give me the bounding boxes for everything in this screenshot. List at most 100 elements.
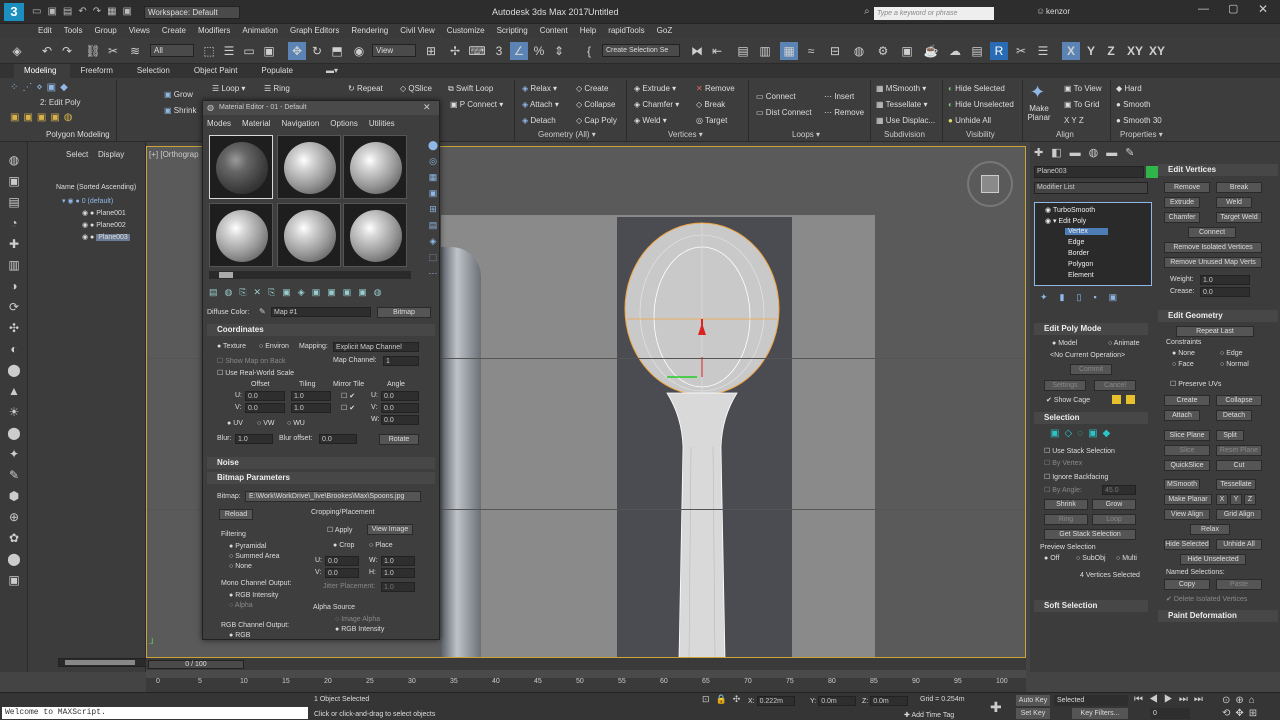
tessellate-button[interactable]: ▦ Tessellate ▾	[876, 100, 927, 109]
v-mirror-checkbox[interactable]: ☐ ✔	[341, 404, 355, 412]
bind-space-warp-icon[interactable]: ≋	[126, 42, 144, 60]
weight-field[interactable]: 1.0	[1200, 275, 1250, 285]
paste-button[interactable]: Paste	[1216, 579, 1262, 590]
make-planar-geom-button[interactable]: Make Planar	[1164, 494, 1212, 505]
p-connect-button[interactable]: ▣ P Connect ▾	[450, 100, 503, 109]
hide-selected-geom-button[interactable]: Hide Selected	[1164, 539, 1210, 550]
quickslice-button[interactable]: QuickSlice	[1164, 460, 1210, 471]
constraint-edge-radio[interactable]: ○ Edge	[1220, 350, 1243, 357]
stack-tool-icons[interactable]: ✦▮▯▪▣	[1040, 292, 1129, 303]
time-slider[interactable]: 0 / 100	[148, 660, 244, 669]
ribbon-tab-populate[interactable]: Populate	[251, 64, 307, 78]
render-cloud-icon[interactable]: ☁	[946, 42, 964, 60]
key-mode-icon[interactable]: ✚	[990, 699, 1002, 716]
scene-item-plane003[interactable]: ◉ ● Plane003	[82, 233, 130, 241]
crop-v-field[interactable]: 0.0	[325, 568, 359, 578]
selection-rollout[interactable]: Selection	[1034, 412, 1148, 424]
key-filters-button[interactable]: Key Filters...	[1072, 708, 1128, 719]
menu-tools[interactable]: Tools	[58, 24, 89, 38]
cap-poly-button[interactable]: ◇ Cap Poly	[576, 116, 617, 125]
stack-turbosmooth[interactable]: ◉ TurboSmooth	[1045, 206, 1095, 214]
sort-header[interactable]: Name (Sorted Ascending)	[56, 184, 136, 191]
object-color-swatch[interactable]	[1146, 166, 1158, 178]
axis-xyz-button[interactable]: XY	[1146, 42, 1168, 60]
break-vertex-button[interactable]: Break	[1216, 182, 1262, 193]
group-loops-label[interactable]: Loops ▾	[792, 130, 820, 139]
slot-scrollbar[interactable]	[209, 271, 411, 279]
menu-content[interactable]: Content	[534, 24, 574, 38]
axis-y-button[interactable]: Y	[1082, 42, 1100, 60]
none-radio[interactable]: ○ None	[229, 563, 252, 570]
display-tab[interactable]: Display	[98, 150, 124, 159]
ribbon-tab-modeling[interactable]: Modeling	[14, 64, 71, 78]
split-checkbox[interactable]: Split	[1216, 430, 1244, 441]
viewport-nav-icons[interactable]: ⊙⊕⌂ ⟲✥⊞	[1222, 694, 1280, 720]
mirror-icon[interactable]: ⧓	[688, 42, 706, 60]
cage-color-2[interactable]	[1126, 395, 1135, 404]
scene-item-default[interactable]: ▾ ◉ ● 0 (default)	[62, 197, 113, 205]
qslice-button[interactable]: ◇ QSlice	[400, 84, 432, 93]
app-menu-icon[interactable]: ◈	[8, 42, 26, 60]
blur-field[interactable]: 1.0	[235, 434, 273, 444]
menu-rendering[interactable]: Rendering	[345, 24, 394, 38]
rgb-radio[interactable]: ● RGB	[229, 632, 250, 639]
reload-button[interactable]: Reload	[219, 509, 253, 520]
texture-radio[interactable]: ● Texture	[217, 343, 246, 350]
make-planar-button[interactable]: Make Planar	[1026, 104, 1052, 122]
chamfer-vertex-button[interactable]: Chamfer	[1164, 212, 1200, 223]
ring-button[interactable]: ☰ Ring	[264, 84, 290, 93]
material-slot-5[interactable]	[277, 203, 341, 267]
xyz-align-buttons[interactable]: X Y Z	[1064, 116, 1084, 125]
modify-mode-icons[interactable]: ▣▣▣▣◍	[10, 112, 77, 123]
rotate-button[interactable]: Rotate	[379, 434, 419, 445]
strip-icons[interactable]: ◍ ▣ ▤ ◔ ✚ ▥ ◑ ⟳ ✣ ◐ ⬤ ▲ ☀ ⬤ ✦ ✎ ⬢ ⊕ ✿ ⬤ ▣	[6, 150, 22, 591]
preserve-uvs-checkbox[interactable]: ☐ Preserve UVs	[1170, 380, 1221, 388]
target-button[interactable]: ◎ Target	[696, 116, 727, 125]
hide-unselected-geom-button[interactable]: Hide Unselected	[1180, 554, 1246, 565]
use-displac-button[interactable]: ▦ Use Displac...	[876, 116, 935, 125]
rgb-intensity2-radio[interactable]: ● RGB Intensity	[335, 626, 384, 633]
u-offset-field[interactable]: 0.0	[245, 391, 285, 401]
connect-button[interactable]: ▭ Connect	[756, 92, 796, 101]
shrink-button[interactable]: ▣ Shrink	[164, 106, 196, 115]
crop-radio[interactable]: ● Crop	[333, 542, 354, 549]
attach-geom-button[interactable]: Attach	[1164, 410, 1200, 421]
settings-button[interactable]: Settings	[1044, 380, 1086, 391]
bitmap-params-rollout[interactable]: Bitmap Parameters	[207, 472, 435, 484]
by-angle-field[interactable]: 45.0	[1102, 485, 1136, 495]
axis-z-button[interactable]: Z	[1102, 42, 1120, 60]
attach-button[interactable]: ◈ Attach ▾	[522, 100, 559, 109]
material-slot-4[interactable]	[209, 203, 273, 267]
repeat-last-button[interactable]: Repeat Last	[1176, 326, 1254, 337]
unhide-all-geom-button[interactable]: Unhide All	[1216, 539, 1262, 550]
hide-unselected-button[interactable]: ◐ Hide Unselected	[948, 100, 1014, 109]
crease-field[interactable]: 0.0	[1200, 287, 1250, 297]
repeat-button[interactable]: ↻ Repeat	[348, 84, 383, 93]
select-tab[interactable]: Select	[66, 150, 88, 159]
ring-button-panel[interactable]: Ring	[1044, 514, 1088, 525]
auto-key-button[interactable]: Auto Key	[1016, 695, 1050, 706]
bitmap-path-button[interactable]: E:\Work\WorkDrive\_live\Brookes\Max\Spoo…	[245, 491, 421, 502]
stack-polygon[interactable]: Polygon	[1068, 261, 1093, 268]
select-manipulate-icon[interactable]: ✢	[446, 42, 464, 60]
break-button[interactable]: ◇ Break	[696, 100, 725, 109]
mat-title-bar[interactable]: ◍ Material Editor - 01 - Default ✕	[203, 101, 439, 115]
select-object-icon[interactable]: ⬚	[200, 42, 218, 60]
menu-graph-editors[interactable]: Graph Editors	[284, 24, 345, 38]
image-alpha-radio[interactable]: ○ Image Alpha	[335, 616, 380, 623]
group-geometry-label[interactable]: Geometry (All) ▾	[538, 130, 596, 139]
commit-button[interactable]: Commit	[1070, 364, 1112, 375]
z-coord[interactable]: Z: 0.0m	[862, 696, 909, 706]
menu-animation[interactable]: Animation	[236, 24, 284, 38]
scene-item-plane001[interactable]: ◉ ● Plane001	[82, 209, 126, 217]
menu-group[interactable]: Group	[88, 24, 122, 38]
edit-vertices-rollout[interactable]: Edit Vertices	[1158, 164, 1278, 176]
maximize-button[interactable]: ▢	[1228, 2, 1238, 15]
collapse-button[interactable]: ◇ Collapse	[576, 100, 616, 109]
to-view-button[interactable]: ▣ To View	[1064, 84, 1102, 93]
modifier-list-dropdown[interactable]: Modifier List	[1034, 182, 1148, 194]
scene-item-plane002[interactable]: ◉ ● Plane002	[82, 221, 126, 229]
copy-button[interactable]: Copy	[1164, 579, 1210, 590]
by-angle-checkbox[interactable]: ☐ By Angle:	[1044, 486, 1082, 494]
mat-close-icon[interactable]: ✕	[423, 102, 431, 113]
